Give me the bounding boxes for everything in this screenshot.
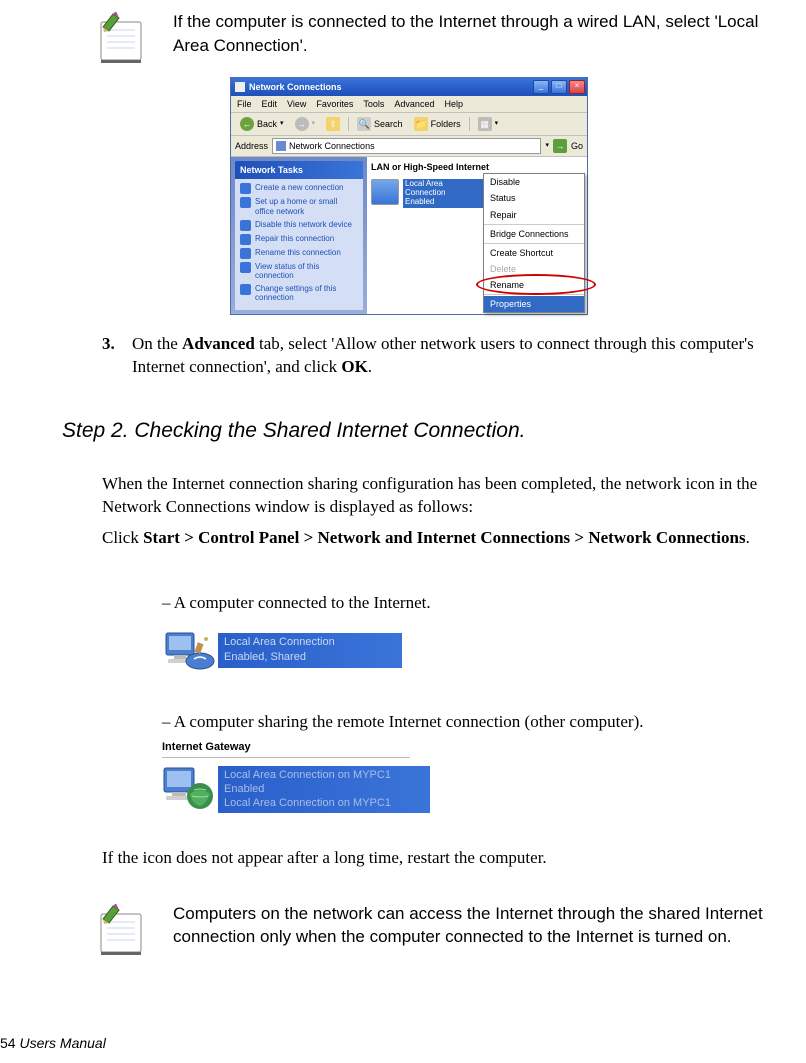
lac-badge-1: Local Area Connection Enabled, Shared — [218, 633, 402, 668]
body-paragraph-2: Click Start > Control Panel > Network an… — [102, 527, 776, 550]
ctx-status[interactable]: Status — [484, 190, 584, 206]
address-icon — [276, 141, 286, 151]
connection-name: Local Area Connection — [405, 180, 485, 198]
ctx-disable[interactable]: Disable — [484, 174, 584, 190]
note-text-1: If the computer is connected to the Inte… — [173, 10, 796, 67]
note-text-2: Computers on the network can access the … — [173, 902, 790, 959]
address-field[interactable]: Network Connections — [272, 138, 541, 154]
window-titlebar: Network Connections _ □ × — [231, 78, 587, 96]
menu-bar: File Edit View Favorites Tools Advanced … — [231, 96, 587, 113]
ctx-rename[interactable]: Rename — [484, 277, 584, 293]
side-panel-header: Network Tasks — [235, 161, 363, 179]
menu-edit[interactable]: Edit — [262, 98, 278, 110]
context-menu: Disable Status Repair Bridge Connections… — [483, 173, 585, 313]
sidebar-item[interactable]: View status of this connection — [240, 262, 358, 281]
step-2-title: Step 2. Checking the Shared Internet Con… — [62, 417, 796, 445]
menu-file[interactable]: File — [237, 98, 252, 110]
body-paragraph-1: When the Internet connection sharing con… — [102, 473, 776, 519]
folders-icon: 📁 — [414, 117, 428, 131]
menu-help[interactable]: Help — [444, 98, 463, 110]
menu-tools[interactable]: Tools — [363, 98, 384, 110]
maximize-button[interactable]: □ — [551, 80, 567, 94]
page-number: 54 — [0, 1035, 16, 1051]
up-button[interactable]: ⇧ — [323, 116, 343, 132]
side-panel: Network Tasks Create a new connection Se… — [231, 157, 367, 314]
go-button[interactable]: → — [553, 139, 567, 153]
back-icon: ← — [240, 117, 254, 131]
sidebar-item[interactable]: Rename this connection — [240, 248, 358, 259]
connections-area: LAN or High-Speed Internet Local Area Co… — [367, 157, 587, 314]
toolbar: ← Back ▾ → ▾ ⇧ 🔍 Search 📁 Folders — [231, 113, 587, 136]
folders-button[interactable]: 📁 Folders — [411, 116, 464, 132]
network-icon-1 — [162, 629, 218, 673]
ctx-delete[interactable]: Delete — [484, 261, 584, 277]
menu-advanced[interactable]: Advanced — [394, 98, 434, 110]
address-bar: Address Network Connections ▾ → Go — [231, 136, 587, 157]
step-number: 3. — [102, 333, 132, 379]
ctx-repair[interactable]: Repair — [484, 207, 584, 223]
sidebar-item[interactable]: Repair this connection — [240, 234, 358, 245]
note-icon — [95, 12, 153, 67]
search-button[interactable]: 🔍 Search — [354, 116, 406, 132]
menu-favorites[interactable]: Favorites — [316, 98, 353, 110]
ctx-properties[interactable]: Properties — [484, 296, 584, 312]
connection-icon-row-2: Local Area Connection on MYPC1 Enabled L… — [162, 766, 796, 813]
sidebar-item[interactable]: Set up a home or small office network — [240, 197, 358, 216]
lac-badge-2: Local Area Connection on MYPC1 Enabled L… — [218, 766, 430, 813]
minimize-button[interactable]: _ — [533, 80, 549, 94]
window-title: Network Connections — [249, 81, 533, 93]
internet-gateway-label: Internet Gateway — [162, 740, 410, 758]
address-label: Address — [235, 140, 268, 152]
sidebar-item[interactable]: Change settings of this connection — [240, 284, 358, 303]
ctx-shortcut[interactable]: Create Shortcut — [484, 245, 584, 261]
page-footer: 54 Users Manual — [0, 1034, 106, 1053]
connection-icon-row-1: Local Area Connection Enabled, Shared — [162, 629, 796, 673]
connection-icon — [371, 179, 399, 205]
go-label: Go — [571, 140, 583, 152]
menu-view[interactable]: View — [287, 98, 306, 110]
category-label: LAN or High-Speed Internet — [371, 161, 583, 173]
sidebar-item[interactable]: Disable this network device — [240, 220, 358, 231]
views-icon: ▦ — [478, 117, 492, 131]
connection-status: Enabled — [405, 198, 485, 207]
forward-button[interactable]: → ▾ — [292, 116, 319, 132]
close-button[interactable]: × — [569, 80, 585, 94]
network-icon-2 — [162, 766, 218, 812]
sub-item-1: – A computer connected to the Internet. — [162, 592, 776, 615]
network-connections-window: Network Connections _ □ × File Edit View… — [230, 77, 588, 315]
views-button[interactable]: ▦ ▾ — [475, 116, 502, 132]
search-icon: 🔍 — [357, 117, 371, 131]
up-icon: ⇧ — [326, 117, 340, 131]
footer-text: Users Manual — [16, 1035, 106, 1051]
note-icon — [95, 904, 153, 959]
ctx-bridge[interactable]: Bridge Connections — [484, 226, 584, 242]
window-icon — [235, 82, 245, 92]
sub-item-2: – A computer sharing the remote Internet… — [162, 711, 776, 734]
forward-icon: → — [295, 117, 309, 131]
sidebar-item[interactable]: Create a new connection — [240, 183, 358, 194]
body-paragraph-3: If the icon does not appear after a long… — [102, 847, 776, 870]
step-3-instruction: 3. On the Advanced tab, select 'Allow ot… — [102, 333, 784, 379]
back-button[interactable]: ← Back ▾ — [237, 116, 287, 132]
